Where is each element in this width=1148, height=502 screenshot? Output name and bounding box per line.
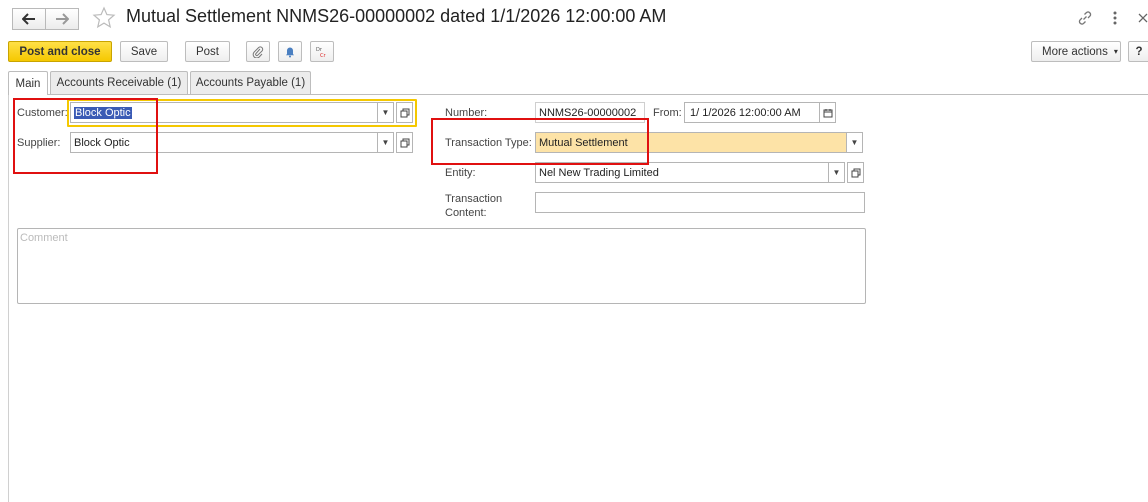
bell-icon <box>286 47 294 57</box>
chevron-down-icon: ▼ <box>381 138 390 147</box>
tab-accounts-payable[interactable]: Accounts Payable (1) <box>190 71 311 94</box>
menu-button[interactable] <box>1106 9 1124 27</box>
transaction-content-label-line2: Content: <box>445 207 487 219</box>
chevron-down-icon: ▼ <box>381 108 390 117</box>
chevron-down-icon: ▼ <box>850 138 859 147</box>
entity-dropdown-button[interactable]: ▼ <box>828 162 845 183</box>
transaction-content-field[interactable] <box>535 192 865 213</box>
annotation-box-transaction-type <box>431 118 649 165</box>
forward-button[interactable] <box>45 8 79 30</box>
save-button[interactable]: Save <box>120 41 168 62</box>
calendar-button[interactable] <box>819 102 836 123</box>
annotation-box-customer-supplier <box>13 98 158 174</box>
paperclip-icon <box>252 45 264 58</box>
supplier-open-button[interactable] <box>396 132 413 153</box>
chevron-down-icon: ▾ <box>1113 47 1118 56</box>
post-button[interactable]: Post <box>185 41 230 62</box>
open-window-icon <box>400 138 409 147</box>
arrow-left-icon <box>22 13 35 25</box>
customer-dropdown-button[interactable]: ▼ <box>377 102 394 123</box>
from-date-field[interactable]: 1/ 1/2026 12:00:00 AM <box>684 102 820 123</box>
tab-divider <box>8 94 1148 95</box>
notification-button[interactable] <box>278 41 302 62</box>
tab-main[interactable]: Main <box>8 71 48 95</box>
debit-credit-button[interactable]: Dr Cr <box>310 41 334 62</box>
more-vertical-icon <box>1113 11 1117 25</box>
more-actions-label: More actions <box>1042 45 1108 58</box>
entity-field[interactable]: Nel New Trading Limited <box>535 162 829 183</box>
link-icon <box>1078 11 1092 25</box>
calendar-icon <box>823 108 832 117</box>
close-button[interactable] <box>1134 9 1148 27</box>
transaction-type-dropdown-button[interactable]: ▼ <box>846 132 863 153</box>
debit-credit-icon: DrCr <box>316 47 326 59</box>
arrow-right-icon <box>56 13 69 25</box>
close-icon <box>1138 13 1148 23</box>
attach-button[interactable] <box>246 41 270 62</box>
chevron-down-icon: ▼ <box>832 168 841 177</box>
entity-open-button[interactable] <box>847 162 864 183</box>
page-title: Mutual Settlement NNMS26-00000002 dated … <box>126 6 667 26</box>
transaction-content-label-line1: Transaction <box>445 193 503 205</box>
star-icon <box>92 6 116 29</box>
supplier-dropdown-button[interactable]: ▼ <box>377 132 394 153</box>
entity-label: Entity: <box>445 167 476 179</box>
open-window-icon <box>851 168 860 177</box>
customer-open-button[interactable] <box>396 102 413 123</box>
back-button[interactable] <box>12 8 46 30</box>
comment-textarea[interactable]: Comment <box>17 228 866 304</box>
open-window-icon <box>400 108 409 117</box>
from-label: From: <box>653 107 682 119</box>
tab-accounts-receivable[interactable]: Accounts Receivable (1) <box>50 71 188 94</box>
link-button[interactable] <box>1076 9 1094 27</box>
favorite-button[interactable] <box>92 6 116 30</box>
comment-placeholder: Comment <box>20 232 68 244</box>
more-actions-button[interactable]: More actions ▾ <box>1031 41 1121 62</box>
panel-border <box>8 94 9 502</box>
help-button[interactable]: ? <box>1128 41 1148 62</box>
svg-text:Cr: Cr <box>320 53 326 59</box>
post-and-close-button[interactable]: Post and close <box>8 41 112 62</box>
